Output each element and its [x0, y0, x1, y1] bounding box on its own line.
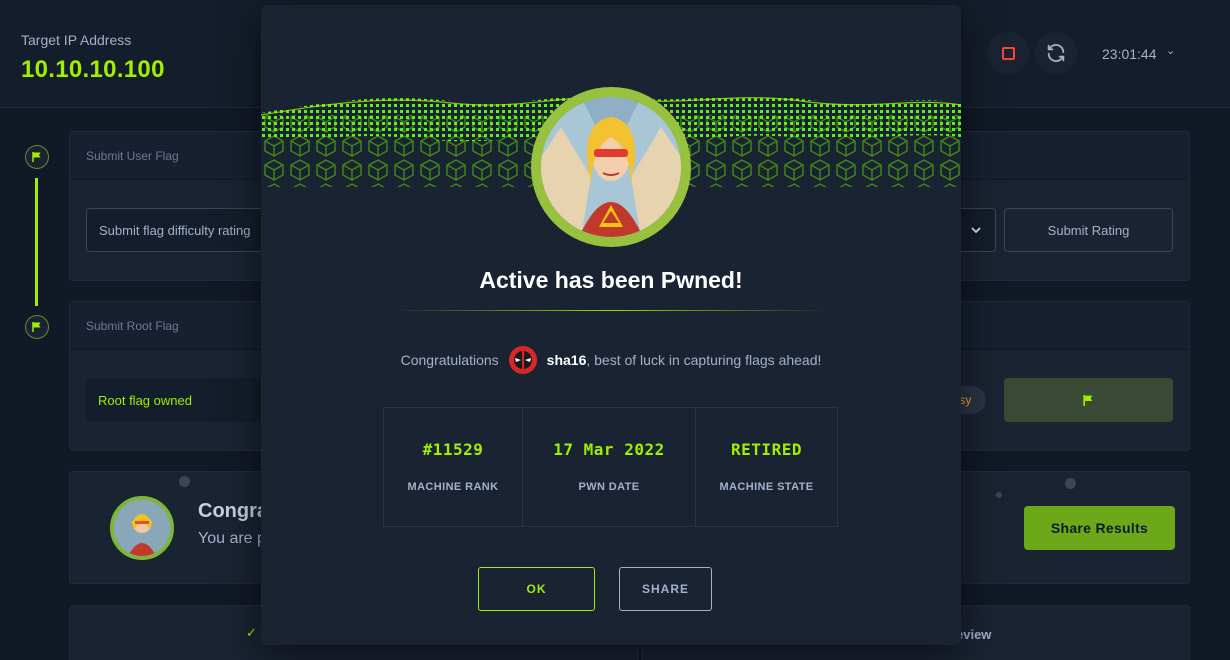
- reset-machine-button[interactable]: [1035, 32, 1077, 74]
- congrats-prefix: Congratulations: [400, 352, 499, 368]
- stop-machine-button[interactable]: [987, 32, 1029, 74]
- chevron-down-icon: [971, 227, 981, 234]
- machine-rank-cell: #11529 MACHINE RANK: [384, 408, 523, 526]
- ok-button[interactable]: OK: [478, 567, 595, 611]
- background-congrats-subtitle: You are p: [198, 530, 266, 547]
- review-label[interactable]: eview: [956, 627, 991, 642]
- submit-rating-button[interactable]: Submit Rating: [1004, 208, 1173, 252]
- confetti-dot: [1065, 478, 1076, 489]
- stop-icon: [1001, 46, 1015, 60]
- machine-rank-label: MACHINE RANK: [407, 481, 499, 493]
- user-flag-step-flag-icon: [25, 145, 49, 169]
- confetti-dot: [996, 492, 1002, 498]
- machine-avatar-image: [541, 97, 681, 237]
- session-timer[interactable]: 23:01:44: [1102, 46, 1157, 62]
- target-ip-label: Target IP Address: [21, 32, 132, 48]
- pwn-date-label: PWN DATE: [578, 481, 640, 493]
- share-button[interactable]: SHARE: [619, 567, 712, 611]
- flag-difficulty-rating-select[interactable]: Submit flag difficulty rating: [86, 208, 286, 252]
- title-divider: [392, 310, 830, 311]
- flag-icon: [1083, 394, 1093, 406]
- pwn-date-value: 17 Mar 2022: [553, 440, 665, 459]
- pwned-modal: Active has been Pwned! Congratulations s…: [261, 5, 961, 645]
- pwn-date-cell: 17 Mar 2022 PWN DATE: [523, 408, 696, 526]
- congrats-suffix: , best of luck in capturing flags ahead!: [586, 352, 822, 368]
- username[interactable]: sha16: [547, 352, 587, 368]
- background-congrats-title: Congra: [198, 500, 268, 522]
- target-ip-value[interactable]: 10.10.10.100: [21, 56, 165, 84]
- user-avatar[interactable]: [506, 344, 539, 376]
- machine-avatar-large: [531, 87, 691, 247]
- congratulations-message: Congratulations sha16 , best of luck in …: [261, 344, 961, 376]
- pwn-stats-table: #11529 MACHINE RANK 17 Mar 2022 PWN DATE…: [383, 407, 838, 527]
- root-flag-step-flag-icon: [25, 315, 49, 339]
- machine-state-cell: RETIRED MACHINE STATE: [696, 408, 837, 526]
- root-flag-submitted-button[interactable]: [1004, 378, 1173, 422]
- share-results-button[interactable]: Share Results: [1024, 506, 1175, 550]
- progress-line: [35, 178, 38, 306]
- modal-title: Active has been Pwned!: [479, 267, 743, 293]
- machine-avatar: [110, 496, 174, 560]
- machine-state-value: RETIRED: [731, 440, 802, 459]
- chevron-down-icon[interactable]: ⌄: [1166, 44, 1175, 57]
- check-icon: ✓: [246, 625, 257, 640]
- machine-state-label: MACHINE STATE: [719, 481, 814, 493]
- machine-rank-value: #11529: [422, 440, 484, 459]
- confetti-dot: [179, 476, 190, 487]
- reset-icon: [1047, 44, 1065, 62]
